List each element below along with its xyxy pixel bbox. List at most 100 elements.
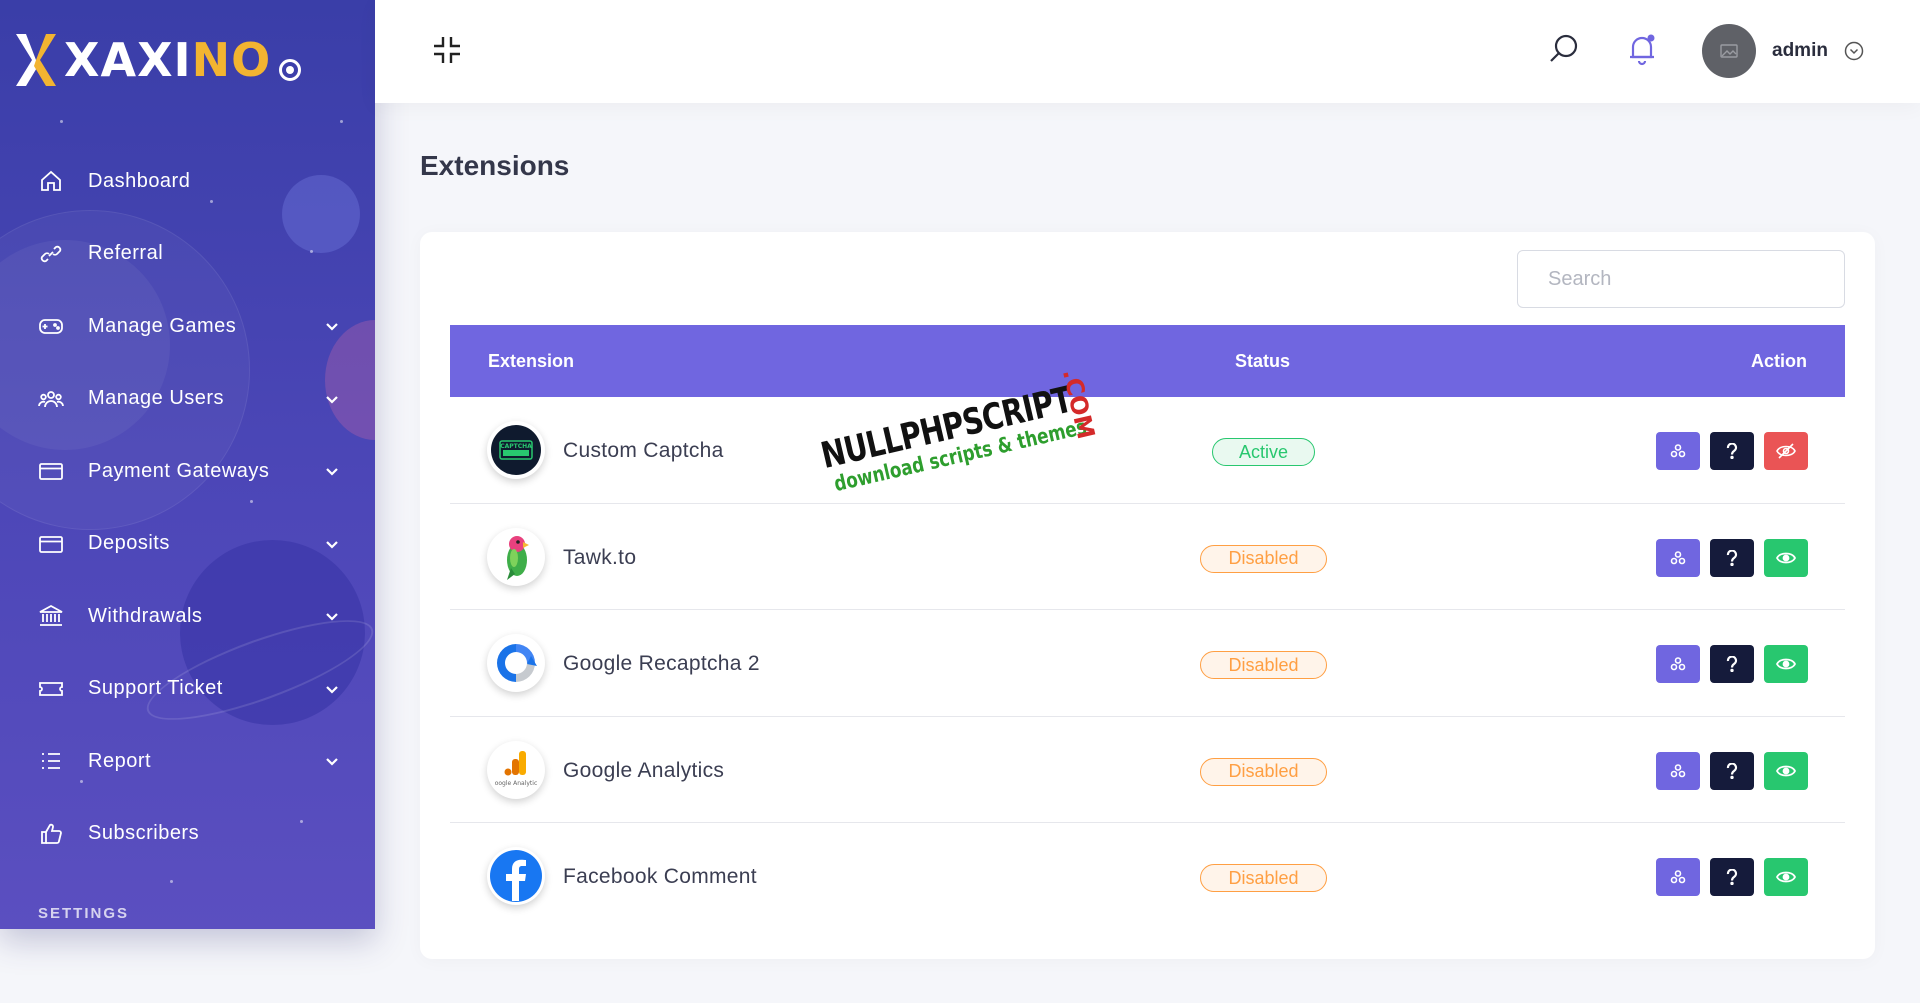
sidebar: XAXINO Dashboard Referral Manage Games M… xyxy=(0,0,375,929)
configure-button[interactable] xyxy=(1656,858,1700,896)
star-decoration xyxy=(60,120,63,123)
sidebar-item-dashboard[interactable]: Dashboard xyxy=(0,145,375,218)
chevron-down-icon xyxy=(326,540,338,549)
search-input[interactable] xyxy=(1517,250,1845,308)
column-header-extension: Extension xyxy=(488,350,575,371)
eye-icon xyxy=(1776,765,1796,776)
chevron-down-icon xyxy=(326,468,338,476)
cogs-icon xyxy=(1670,763,1686,777)
user-menu[interactable]: admin xyxy=(1702,24,1864,78)
configure-button[interactable] xyxy=(1656,432,1700,470)
row-actions xyxy=(1656,538,1808,577)
question-icon xyxy=(1726,869,1738,885)
row-actions xyxy=(1656,432,1808,470)
captcha-logo-icon: CAPTCHA xyxy=(487,421,545,479)
search-icon[interactable] xyxy=(1548,33,1580,65)
google-analytics-logo-icon: oogle Analytic xyxy=(487,740,545,799)
xaxino-mark-icon xyxy=(14,30,58,90)
enable-button[interactable] xyxy=(1764,645,1808,683)
table-header: Extension Status Action xyxy=(450,325,1845,397)
extensions-table: Extension Status Action CAPTCHA Custom C… xyxy=(450,325,1845,930)
row-actions xyxy=(1656,645,1808,683)
table-row: CAPTCHA Custom Captcha Active xyxy=(450,397,1845,504)
sidebar-item-label: Subscribers xyxy=(88,822,200,845)
sidebar-item-manage-games[interactable]: Manage Games xyxy=(0,290,375,363)
recaptcha-logo-icon xyxy=(487,634,545,692)
brand-dot-icon xyxy=(279,59,302,81)
status-badge: Active xyxy=(1212,438,1315,466)
table-row: Google Recaptcha 2 Disabled xyxy=(450,610,1845,717)
table-row: oogle Analytic Google Analytics Disabled xyxy=(450,717,1845,823)
question-icon xyxy=(1726,762,1738,779)
tawkto-parrot-icon xyxy=(487,527,545,586)
star-decoration xyxy=(340,120,343,123)
row-actions xyxy=(1656,751,1808,790)
extension-name: Tawk.to xyxy=(563,545,637,569)
status-badge: Disabled xyxy=(1200,864,1327,892)
help-button[interactable] xyxy=(1710,858,1754,896)
top-bar: admin xyxy=(375,0,1920,103)
sidebar-item-deposits[interactable]: Deposits xyxy=(0,508,375,581)
brand-name: XAXINO xyxy=(64,33,272,87)
facebook-logo-icon xyxy=(487,847,545,905)
brand-logo[interactable]: XAXINO xyxy=(14,28,302,92)
configure-button[interactable] xyxy=(1656,751,1700,790)
sidebar-item-subscribers[interactable]: Subscribers xyxy=(0,798,375,871)
sidebar-item-label: Dashboard xyxy=(88,169,191,192)
cogs-icon xyxy=(1670,657,1686,671)
table-row: Facebook Comment Disabled xyxy=(450,823,1845,930)
sidebar-item-label: Deposits xyxy=(88,532,170,555)
sidebar-item-label: Manage Users xyxy=(88,387,225,410)
enable-button[interactable] xyxy=(1764,538,1808,577)
column-header-action: Action xyxy=(1751,350,1807,371)
sidebar-item-label: Referral xyxy=(88,242,164,265)
sidebar-item-label: Manage Games xyxy=(88,314,237,337)
sidebar-nav: Dashboard Referral Manage Games Manage U… xyxy=(0,145,375,870)
enable-button[interactable] xyxy=(1764,751,1808,790)
sidebar-item-report[interactable]: Report xyxy=(0,725,375,798)
sidebar-section-label: SETTINGS xyxy=(38,905,130,922)
sidebar-item-referral[interactable]: Referral xyxy=(0,218,375,291)
sidebar-item-manage-users[interactable]: Manage Users xyxy=(0,363,375,436)
extensions-card: Extension Status Action CAPTCHA Custom C… xyxy=(420,232,1875,959)
sidebar-item-label: Withdrawals xyxy=(88,604,203,627)
page-title: Extensions xyxy=(420,150,570,181)
ticket-icon xyxy=(38,676,64,702)
thumbs-up-icon xyxy=(38,821,64,847)
notification-bell-icon[interactable] xyxy=(1626,32,1658,66)
collapse-sidebar-icon[interactable] xyxy=(431,34,463,66)
bank-icon xyxy=(38,603,64,629)
help-button[interactable] xyxy=(1710,538,1754,577)
help-button[interactable] xyxy=(1710,432,1754,470)
gamepad-icon xyxy=(38,313,64,339)
disable-button[interactable] xyxy=(1764,432,1808,470)
eye-icon xyxy=(1776,552,1796,563)
sidebar-item-withdrawals[interactable]: Withdrawals xyxy=(0,580,375,653)
chevron-down-icon xyxy=(326,613,338,621)
list-icon xyxy=(38,748,64,774)
avatar xyxy=(1702,24,1756,78)
enable-button[interactable] xyxy=(1764,858,1808,896)
extension-name: Facebook Comment xyxy=(563,865,757,888)
sidebar-item-label: Support Ticket xyxy=(88,677,223,700)
captcha-logo-text: CAPTCHA xyxy=(500,443,532,450)
configure-button[interactable] xyxy=(1656,538,1700,577)
chevron-down-icon xyxy=(326,758,338,766)
help-button[interactable] xyxy=(1710,645,1754,683)
row-actions xyxy=(1656,858,1808,896)
sidebar-item-payment-gateways[interactable]: Payment Gateways xyxy=(0,435,375,508)
extension-name: Google Recaptcha 2 xyxy=(563,652,760,675)
help-button[interactable] xyxy=(1710,751,1754,790)
home-icon xyxy=(38,168,64,194)
credit-card-icon xyxy=(38,531,64,557)
status-badge: Disabled xyxy=(1200,757,1327,786)
sidebar-item-support-ticket[interactable]: Support Ticket xyxy=(0,653,375,726)
users-icon xyxy=(38,386,64,412)
analytics-logo-text: oogle Analytic xyxy=(495,780,538,787)
chevron-down-icon xyxy=(326,685,338,694)
credit-card-icon xyxy=(38,458,64,484)
cogs-icon xyxy=(1670,444,1686,458)
configure-button[interactable] xyxy=(1656,645,1700,683)
sidebar-item-label: Report xyxy=(88,749,152,772)
cogs-icon xyxy=(1670,550,1686,564)
